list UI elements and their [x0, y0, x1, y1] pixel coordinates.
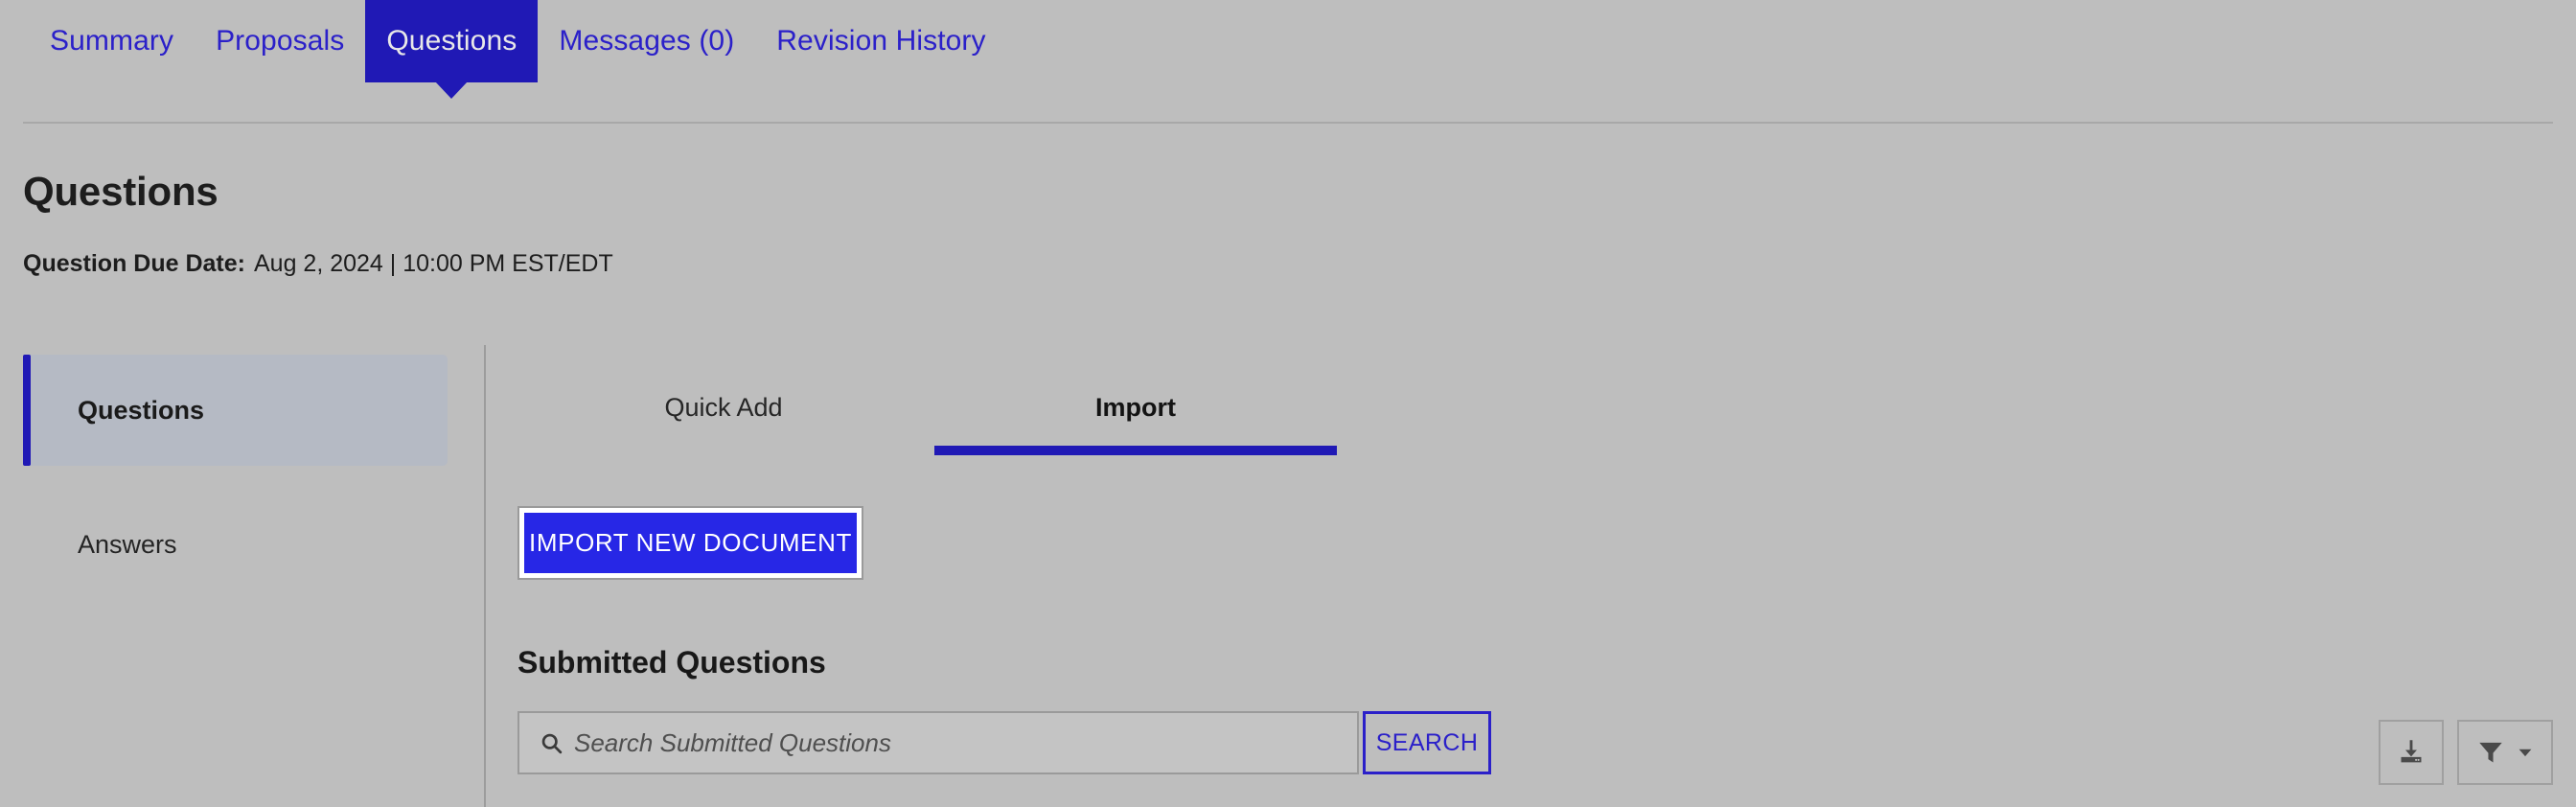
search-input-container[interactable]: [518, 711, 1359, 774]
sidebar-content-divider: [484, 345, 486, 807]
tab-quick-add[interactable]: Quick Add: [518, 345, 930, 455]
filter-button[interactable]: [2457, 720, 2553, 785]
search-icon: [540, 731, 564, 755]
tab-proposals-label: Proposals: [216, 25, 345, 57]
top-navigation-tabs: Summary Proposals Questions Messages (0)…: [0, 0, 2576, 102]
tab-questions[interactable]: Questions: [365, 0, 539, 99]
tab-messages-label: Messages (0): [559, 25, 735, 57]
sidebar-item-questions-label: Questions: [78, 395, 205, 425]
sidebar: Questions Answers: [23, 355, 448, 600]
tab-import[interactable]: Import: [930, 345, 1342, 455]
download-button[interactable]: [2379, 720, 2444, 785]
search-row: SEARCH: [518, 711, 2559, 774]
question-due-date-label: Question Due Date:: [23, 250, 245, 277]
tab-summary-label: Summary: [50, 25, 174, 57]
tab-quick-add-label: Quick Add: [664, 393, 783, 422]
page-title: Questions: [23, 169, 218, 214]
active-tab-caret-icon: [435, 81, 469, 99]
submitted-questions-title: Submitted Questions: [518, 645, 826, 680]
sidebar-item-answers[interactable]: Answers: [23, 489, 448, 600]
content-tabs: Quick Add Import: [518, 345, 1342, 455]
table-actions: [2379, 720, 2553, 785]
import-new-document-button[interactable]: IMPORT NEW DOCUMENT: [524, 513, 857, 573]
filter-icon: [2475, 737, 2506, 768]
sidebar-item-questions[interactable]: Questions: [23, 355, 448, 466]
download-icon: [2395, 736, 2427, 769]
tab-summary[interactable]: Summary: [29, 0, 195, 82]
tab-messages[interactable]: Messages (0): [538, 0, 755, 82]
tab-revision-history-label: Revision History: [776, 25, 986, 57]
question-due-date-value: Aug 2, 2024 | 10:00 PM EST/EDT: [253, 250, 613, 277]
search-button[interactable]: SEARCH: [1363, 711, 1491, 774]
tab-questions-label: Questions: [386, 25, 518, 57]
tab-proposals[interactable]: Proposals: [195, 0, 365, 82]
sidebar-item-answers-label: Answers: [78, 529, 177, 559]
tab-revision-history[interactable]: Revision History: [755, 0, 1006, 82]
tab-import-underline: [934, 446, 1337, 455]
question-due-date: Question Due Date: Aug 2, 2024 | 10:00 PM…: [23, 250, 613, 278]
import-new-document-button-focus-ring[interactable]: IMPORT NEW DOCUMENT: [518, 506, 863, 580]
header-divider: [23, 122, 2553, 124]
questions-page: Summary Proposals Questions Messages (0)…: [0, 0, 2576, 807]
search-input[interactable]: [574, 713, 1357, 772]
main-content: Quick Add Import IMPORT NEW DOCUMENT Sub…: [518, 345, 2559, 774]
tab-import-label: Import: [1095, 393, 1176, 422]
chevron-down-icon: [2515, 742, 2536, 763]
